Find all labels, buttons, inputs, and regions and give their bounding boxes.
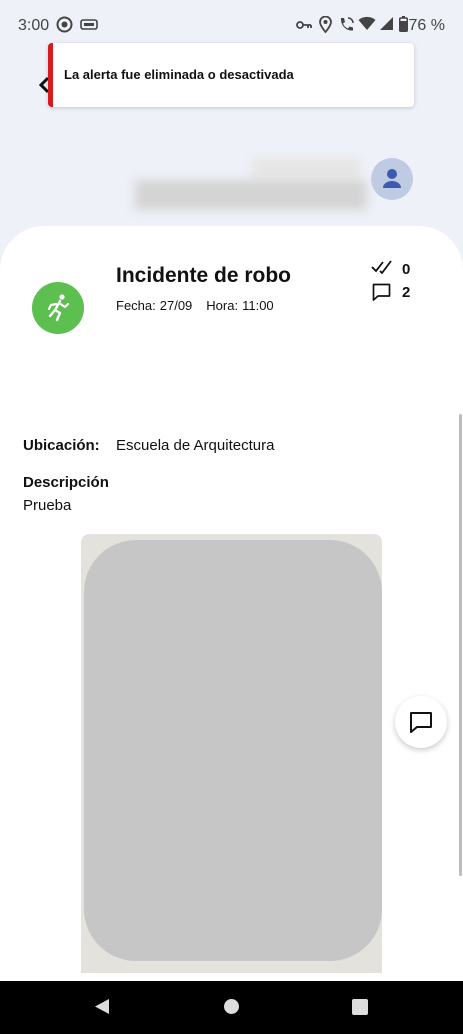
incident-datetime: Fecha: 27/09 Hora: 11:00 xyxy=(116,298,278,313)
incident-title: Incidente de robo xyxy=(116,264,292,287)
redacted-user-name xyxy=(252,158,360,180)
location-value: Escuela de Arquitectura xyxy=(116,437,275,454)
confirmations-count: 0 xyxy=(402,261,411,278)
system-nav-bar xyxy=(0,981,463,1034)
user-icon xyxy=(383,169,401,188)
comment-button[interactable] xyxy=(395,696,447,748)
toast-message: La alerta fue eliminada o desactivada xyxy=(64,67,294,82)
comment-icon xyxy=(410,712,432,733)
battery-percentage: 76 % xyxy=(408,17,445,34)
running-person-icon xyxy=(47,294,70,322)
location-label: Ubicación: xyxy=(23,437,100,454)
scrollbar[interactable] xyxy=(459,414,462,876)
home-circle-icon[interactable] xyxy=(224,999,239,1014)
signal-icon xyxy=(380,17,393,30)
category-badge xyxy=(32,282,84,334)
description-label: Descripción xyxy=(23,474,109,491)
double-check-icon[interactable] xyxy=(371,260,392,274)
alert-toast: La alerta fue eliminada o desactivada xyxy=(48,43,414,107)
date-label: Fecha: xyxy=(116,298,156,313)
avatar[interactable] xyxy=(371,158,413,200)
status-time: 3:00 xyxy=(18,17,50,34)
key-icon xyxy=(296,21,312,29)
redacted-photo-content xyxy=(84,540,382,961)
incident-card: Incidente de robo Fecha: 27/09 Hora: 11:00 … xyxy=(0,226,463,986)
redacted-user-detail xyxy=(135,180,367,210)
wifi-icon xyxy=(358,16,376,30)
time-label: Hora: xyxy=(206,298,239,313)
date-value: 27/09 xyxy=(159,298,193,313)
recents-square-icon[interactable] xyxy=(352,999,368,1015)
comment-icon[interactable] xyxy=(372,283,391,302)
wifi-calling-icon xyxy=(340,17,354,31)
description-value: Prueba xyxy=(23,497,72,514)
location-icon xyxy=(319,16,332,33)
incident-photo[interactable] xyxy=(81,534,382,973)
record-icon xyxy=(56,16,73,33)
battery-icon xyxy=(399,16,408,32)
comments-count: 2 xyxy=(402,284,411,301)
cast-icon xyxy=(80,19,98,30)
back-triangle-icon[interactable] xyxy=(94,998,110,1015)
time-value: 11:00 xyxy=(242,298,274,313)
